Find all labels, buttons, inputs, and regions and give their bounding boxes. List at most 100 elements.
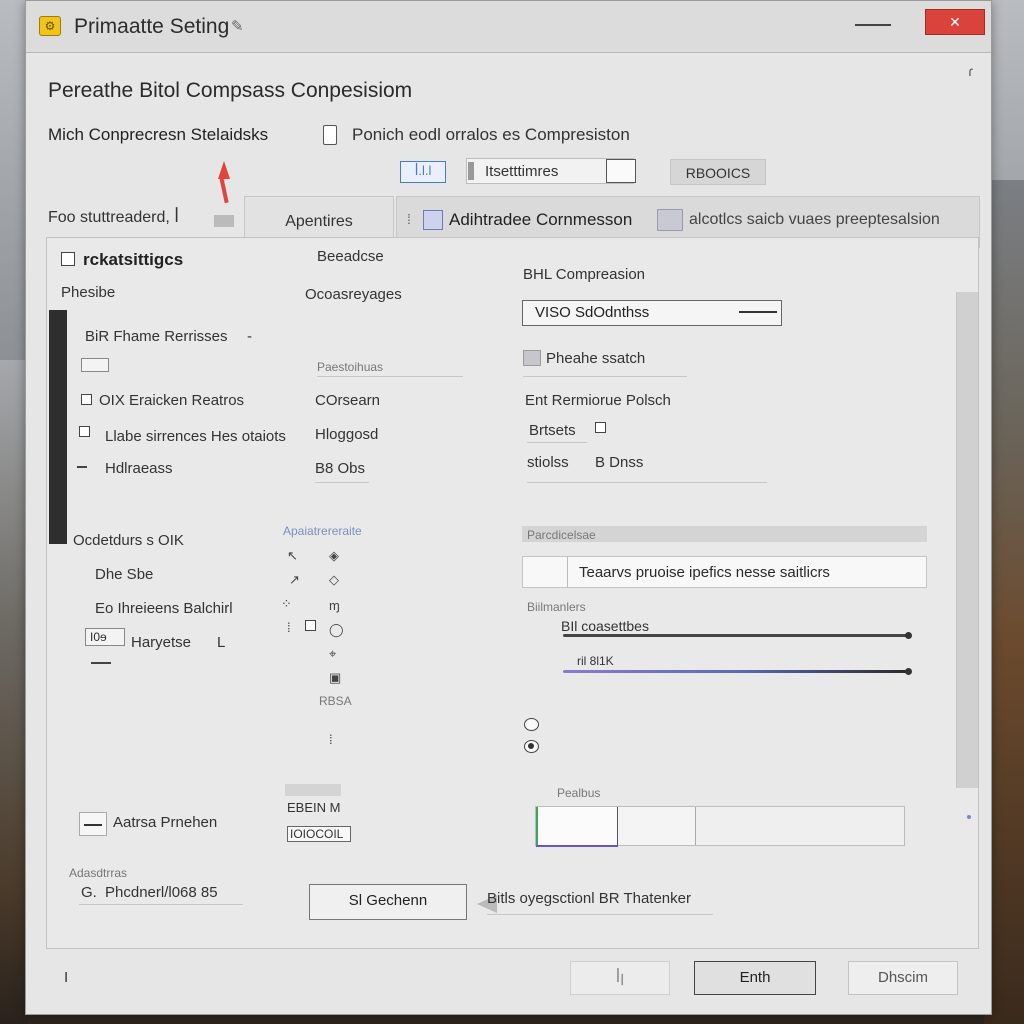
- title-bar[interactable]: ⚙ Primaatte Seting ✎ ✕: [26, 1, 991, 53]
- slider2-knob[interactable]: [905, 668, 912, 675]
- progress-fill: [536, 807, 618, 845]
- stosh-underline: [527, 482, 767, 483]
- pipeline-prefix: G.: [81, 884, 97, 901]
- rbsa-label: RBSA: [319, 694, 352, 708]
- eebe-input[interactable]: IOIOCOIL: [287, 826, 351, 842]
- progress-bar: [535, 806, 905, 847]
- eebe-strip: [285, 784, 341, 796]
- io-dash: [91, 662, 111, 664]
- row3-dash: [77, 466, 87, 468]
- window-title: Primaatte Seting: [74, 15, 230, 38]
- result-box-separator: [567, 557, 568, 587]
- panel-header-checkbox[interactable]: [61, 252, 75, 266]
- footer-button-3[interactable]: Dhscim: [848, 961, 958, 995]
- subheader-checkbox[interactable]: [323, 125, 337, 145]
- subheader-left: Mich Conprecresn Stelaidsks: [48, 125, 269, 144]
- footer-button-primary[interactable]: Enth: [694, 961, 816, 995]
- circle-icon[interactable]: ◯: [329, 622, 344, 638]
- row2-checkbox[interactable]: [79, 426, 90, 437]
- tab-drag-handle-icon: ⁞: [407, 211, 411, 227]
- haryethe-label: Haryetse: [131, 634, 192, 651]
- bitsets-label: Brtsets: [529, 422, 576, 439]
- bitsets-checkbox[interactable]: [595, 422, 606, 433]
- tab-label: Adihtradee Cornmesson: [449, 210, 633, 229]
- toolbar-button-a[interactable]: ꟾ.l.l: [400, 161, 446, 183]
- select-dash-icon: [739, 311, 777, 313]
- radio-option-1[interactable]: [524, 718, 539, 731]
- ocorrespeycrs-label: Ocoasreyages: [305, 286, 402, 303]
- app-icon: ⚙: [39, 16, 61, 36]
- handle-icon[interactable]: ⁞: [287, 620, 291, 635]
- b-dross-label: B Dnss: [595, 454, 644, 471]
- compression-select-value: VISO SdOdnthss: [535, 304, 650, 321]
- advanced-toggle-label: Aatrsa Prnehen: [113, 814, 218, 831]
- bit-remove-label: Ent Rermiorue Polsch: [525, 392, 671, 409]
- square-icon[interactable]: ▣: [329, 670, 341, 686]
- dots-icon[interactable]: ⁘: [281, 596, 292, 612]
- left-accent-bar: [49, 310, 67, 544]
- prefilter-underline: [523, 376, 687, 377]
- red-arrow-stem: [219, 176, 229, 204]
- slider-section-label: Biilmanlers: [527, 600, 586, 614]
- toolbar-field-b-marker: [468, 162, 474, 180]
- advanced-toggle-button[interactable]: [79, 812, 107, 836]
- progress-label: Pealbus: [557, 786, 601, 800]
- prefilter-checkbox[interactable]: [523, 350, 541, 366]
- compression-select[interactable]: VISO SdOdnthss: [522, 300, 782, 326]
- image-icon: [657, 209, 683, 231]
- row1-checkbox[interactable]: [81, 394, 92, 405]
- for-label: Foo stuttreaderd, ꟾ: [48, 209, 180, 226]
- check-button[interactable]: Sl Gechenn: [309, 884, 467, 920]
- mid-checkbox[interactable]: [305, 620, 316, 631]
- pipeline-underline: [79, 904, 243, 905]
- slider1-label: BIl coasettbes: [561, 618, 649, 634]
- check-caption: Bitls oyegsctionl BR Thatenker: [487, 890, 691, 907]
- radio-option-2[interactable]: [524, 740, 539, 753]
- red-arrow-icon: [218, 161, 230, 179]
- footer-left-mark: I: [64, 969, 69, 986]
- slider1-track[interactable]: [563, 634, 909, 637]
- outline-diamond-icon[interactable]: ◇: [329, 572, 339, 588]
- slider2-track[interactable]: [563, 670, 909, 673]
- check-caption-underline: [487, 914, 713, 915]
- breadcoise-label: Beeadcse: [317, 248, 384, 265]
- diamond-icon[interactable]: ◈: [329, 548, 339, 564]
- footer-button-1[interactable]: ꟾꞁ: [570, 961, 670, 995]
- mid-small-header: Paestoihuas: [317, 360, 384, 374]
- panel-header: rckatsittigcs: [83, 250, 184, 269]
- toolbar-button-d[interactable]: RBOOICS: [670, 159, 766, 185]
- dialog-title: Pereathe Bitol Compsass Conpesisiom: [48, 79, 413, 102]
- target-icon[interactable]: ⌖: [329, 646, 336, 662]
- slider1-knob[interactable]: [905, 632, 912, 639]
- settings-window: ⚙ Primaatte Seting ✎ ✕ Pereathe Bitol Co…: [25, 0, 992, 1015]
- stosh-label: stiolss: [527, 454, 569, 471]
- toolbar-checkbox-c[interactable]: [606, 159, 636, 183]
- minimize-button[interactable]: [851, 13, 895, 39]
- subheader-right: Ponich eodl orralos es Compresiston: [352, 125, 630, 144]
- cursor-icon[interactable]: ↖: [287, 548, 298, 564]
- result-box[interactable]: Teaarvs pruoise ipefics nesse saitlicrs: [522, 556, 927, 588]
- slider2-label: ril 8l1K: [577, 654, 614, 668]
- io-box[interactable]: I0ɘ: [85, 628, 125, 646]
- mid-small-header-2: Apaiatrereraite: [283, 524, 362, 538]
- progress-accent: [536, 845, 618, 847]
- section-strip-label: Parcdicelsae: [527, 528, 596, 542]
- b-obs-underline: [315, 482, 369, 483]
- mid-small-underline: [317, 376, 463, 377]
- tool-icon[interactable]: ɱ: [329, 598, 340, 613]
- tab-checkbox[interactable]: [423, 210, 443, 230]
- close-button[interactable]: ✕: [925, 9, 985, 35]
- row2-label: Llabe sirrences Hes otaiots: [105, 428, 286, 445]
- scrollbar[interactable]: [956, 292, 978, 788]
- dhe-sbe-label: Dhe Sbe: [95, 566, 154, 583]
- b-obs-label: B8 Obs: [315, 460, 366, 477]
- eebe-label: EBEIN M: [287, 800, 341, 815]
- result-box-text: Teaarvs pruoise ipefics nesse saitlicrs: [579, 564, 830, 581]
- vertical-bar-icon: ⁞: [329, 732, 333, 747]
- small-input-box[interactable]: [81, 358, 109, 372]
- advanced-small-label: Adasdtrras: [69, 866, 128, 880]
- for-label-bar: [214, 215, 234, 227]
- status-dot-icon: [967, 815, 971, 819]
- arrow-icon[interactable]: ↗: [289, 572, 300, 588]
- pipeline-label: Phcdnerl/l068 85: [105, 884, 218, 901]
